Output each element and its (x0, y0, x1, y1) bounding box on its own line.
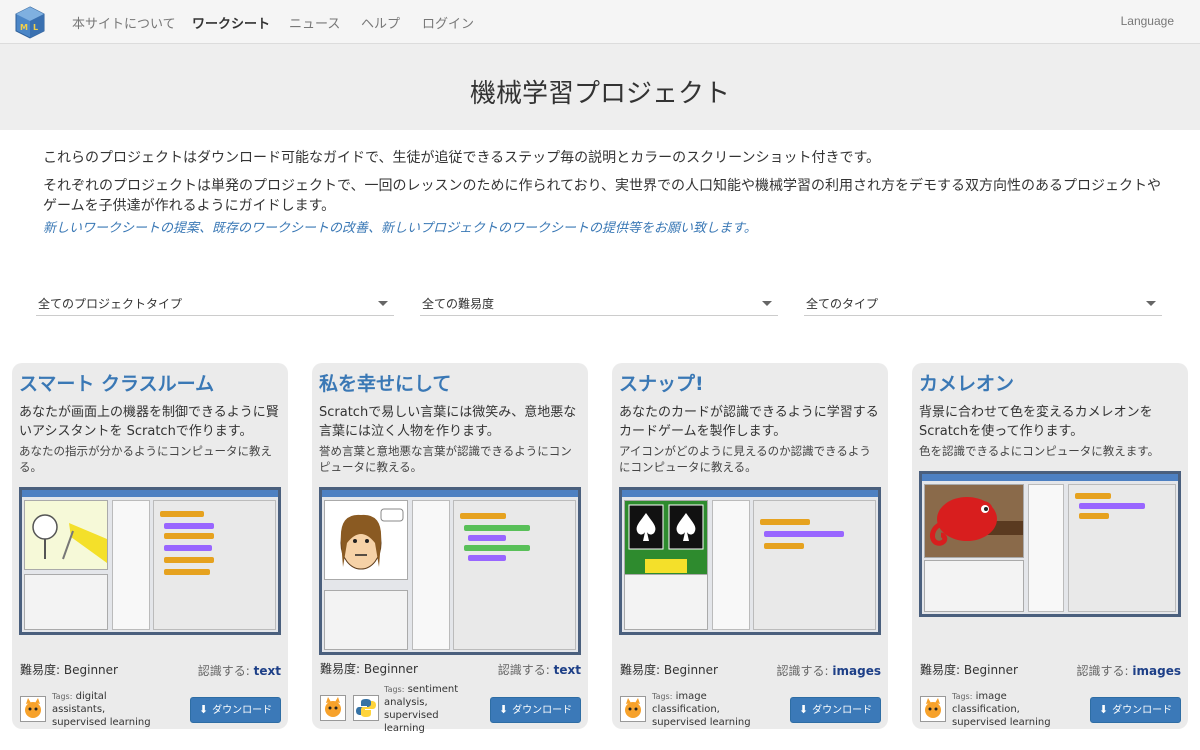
chameleon-icon (925, 485, 1023, 557)
recognize-value: text (553, 663, 581, 677)
download-button[interactable]: ⬇ ダウンロード (490, 697, 581, 723)
spade-cards-icon (628, 504, 704, 573)
card-title[interactable]: カメレオン (919, 369, 1014, 396)
recognize-info: 認識する: text (497, 663, 581, 677)
scratch-cat-icon (20, 696, 46, 722)
project-card-snap[interactable]: スナップ! あなたのカードが認識できるように学習するカードゲームを製作します。 … (612, 363, 888, 729)
recognize-info: 認識する: images (776, 664, 881, 678)
fan-lamp-scene-icon (32, 514, 107, 563)
difficulty-value: Beginner (363, 662, 418, 676)
scratch-cat-icon (920, 696, 946, 722)
download-button[interactable]: ⬇ ダウンロード (790, 697, 881, 723)
face-drawing-icon (340, 508, 404, 570)
page-title: 機械学習プロジェクト (469, 79, 730, 109)
download-icon: ⬇ (498, 703, 509, 716)
chevron-down-icon (1146, 301, 1156, 306)
nav-help[interactable]: ヘルプ (361, 13, 400, 32)
recognize-value: images (832, 664, 881, 678)
card-summary: 背景に合わせて色を変えるカメレオンを Scratchを使って作ります。 (919, 405, 1153, 439)
download-icon: ⬇ (198, 703, 209, 716)
nav-news[interactable]: ニュース (289, 13, 340, 32)
chevron-down-icon (378, 301, 388, 306)
project-card-chameleon[interactable]: カメレオン 背景に合わせて色を変えるカメレオンを Scratchを使って作ります… (912, 363, 1188, 729)
card-description: 色を認識できるよにコンピュータに教えます。 (919, 444, 1160, 458)
card-title[interactable]: スナップ! (619, 369, 704, 396)
download-icon: ⬇ (1098, 703, 1109, 716)
card-title[interactable]: スマート クラスルーム (19, 369, 214, 396)
svg-text:M: M (20, 23, 28, 32)
type-filter[interactable]: 全てのタイプ (804, 292, 1162, 316)
card-summary: あなたが画面上の機器を制御できるように賢いアシスタントを Scratchで作りま… (19, 405, 279, 439)
page-header: 機械学習プロジェクト (0, 44, 1200, 130)
intro-paragraph-1: これらのプロジェクトはダウンロード可能なガイドで、生徒が追従できるステップ毎の説… (43, 150, 881, 166)
scratch-cat-icon (320, 695, 346, 721)
recognize-value: text (253, 664, 281, 678)
card-tags: Tags: image classification, supervised l… (952, 691, 1051, 728)
intro-paragraph-2: それぞれのプロジェクトは単発のプロジェクトで、一回のレッスンのために作られており… (43, 178, 1162, 214)
card-description: アイコンがどのように見えるのか認識できるようにコンピュータに教える。 (619, 444, 871, 474)
project-screenshot (319, 487, 581, 655)
download-button[interactable]: ⬇ ダウンロード (190, 697, 281, 723)
project-card-smart-classroom[interactable]: スマート クラスルーム あなたが画面上の機器を制御できるように賢いアシスタントを… (12, 363, 288, 729)
card-description: あなたの指示が分かるようにコンピュータに教える。 (19, 444, 272, 474)
project-type-filter[interactable]: 全てのプロジェクトタイプ (36, 292, 394, 316)
difficulty-filter-value: 全ての難易度 (422, 297, 495, 311)
python-icon (353, 695, 379, 721)
svg-text:L: L (33, 23, 38, 32)
difficulty-info: 難易度: Beginner (620, 663, 718, 677)
difficulty-info: 難易度: Beginner (320, 662, 418, 676)
nav-login[interactable]: ログイン (422, 13, 474, 32)
difficulty-info: 難易度: Beginner (920, 663, 1018, 677)
nav-about[interactable]: 本サイトについて (72, 13, 176, 32)
difficulty-value: Beginner (663, 663, 718, 677)
intro-text: これらのプロジェクトはダウンロード可能なガイドで、生徒が追従できるステップ毎の説… (43, 148, 1163, 239)
project-type-filter-value: 全てのプロジェクトタイプ (38, 297, 183, 311)
project-screenshot (619, 487, 881, 635)
nav-worksheets[interactable]: ワークシート (192, 13, 270, 32)
download-icon: ⬇ (798, 703, 809, 716)
scratch-cat-icon (620, 696, 646, 722)
contribute-link[interactable]: 新しいワークシートの提案、既存のワークシートの改善、新しいプロジェクトのワークシ… (43, 219, 1163, 239)
top-navbar: M L 本サイトについて ワークシート ニュース ヘルプ ログイン Langua… (0, 0, 1200, 44)
recognize-value: images (1132, 664, 1181, 678)
difficulty-value: Beginner (963, 663, 1018, 677)
card-summary: Scratchで易しい言葉には微笑み、意地悪な言葉には泣く人物を作ります。 (319, 405, 577, 439)
chevron-down-icon (762, 301, 772, 306)
card-tags: Tags: digital assistants, supervised lea… (52, 691, 151, 728)
card-description: 誉め言葉と意地悪な言葉が認識できるようにコンピュータに教える。 (319, 444, 572, 474)
card-summary: あなたのカードが認識できるように学習するカードゲームを製作します。 (619, 405, 879, 439)
language-menu[interactable]: Language (1121, 14, 1174, 28)
recognize-info: 認識する: images (1076, 664, 1181, 678)
difficulty-filter[interactable]: 全ての難易度 (420, 292, 778, 316)
card-tags: Tags: sentiment analysis, supervised lea… (384, 684, 459, 734)
difficulty-info: 難易度: Beginner (20, 663, 118, 677)
type-filter-value: 全てのタイプ (806, 297, 879, 311)
card-title[interactable]: 私を幸せにして (319, 369, 451, 396)
recognize-info: 認識する: text (197, 664, 281, 678)
ml-for-kids-logo-icon[interactable]: M L (14, 5, 46, 39)
project-screenshot (19, 487, 281, 635)
download-button[interactable]: ⬇ ダウンロード (1090, 697, 1181, 723)
project-screenshot (919, 471, 1181, 617)
difficulty-value: Beginner (63, 663, 118, 677)
card-tags: Tags: image classification, supervised l… (652, 691, 751, 728)
project-card-make-me-happy[interactable]: 私を幸せにして Scratchで易しい言葉には微笑み、意地悪な言葉には泣く人物を… (312, 363, 588, 734)
